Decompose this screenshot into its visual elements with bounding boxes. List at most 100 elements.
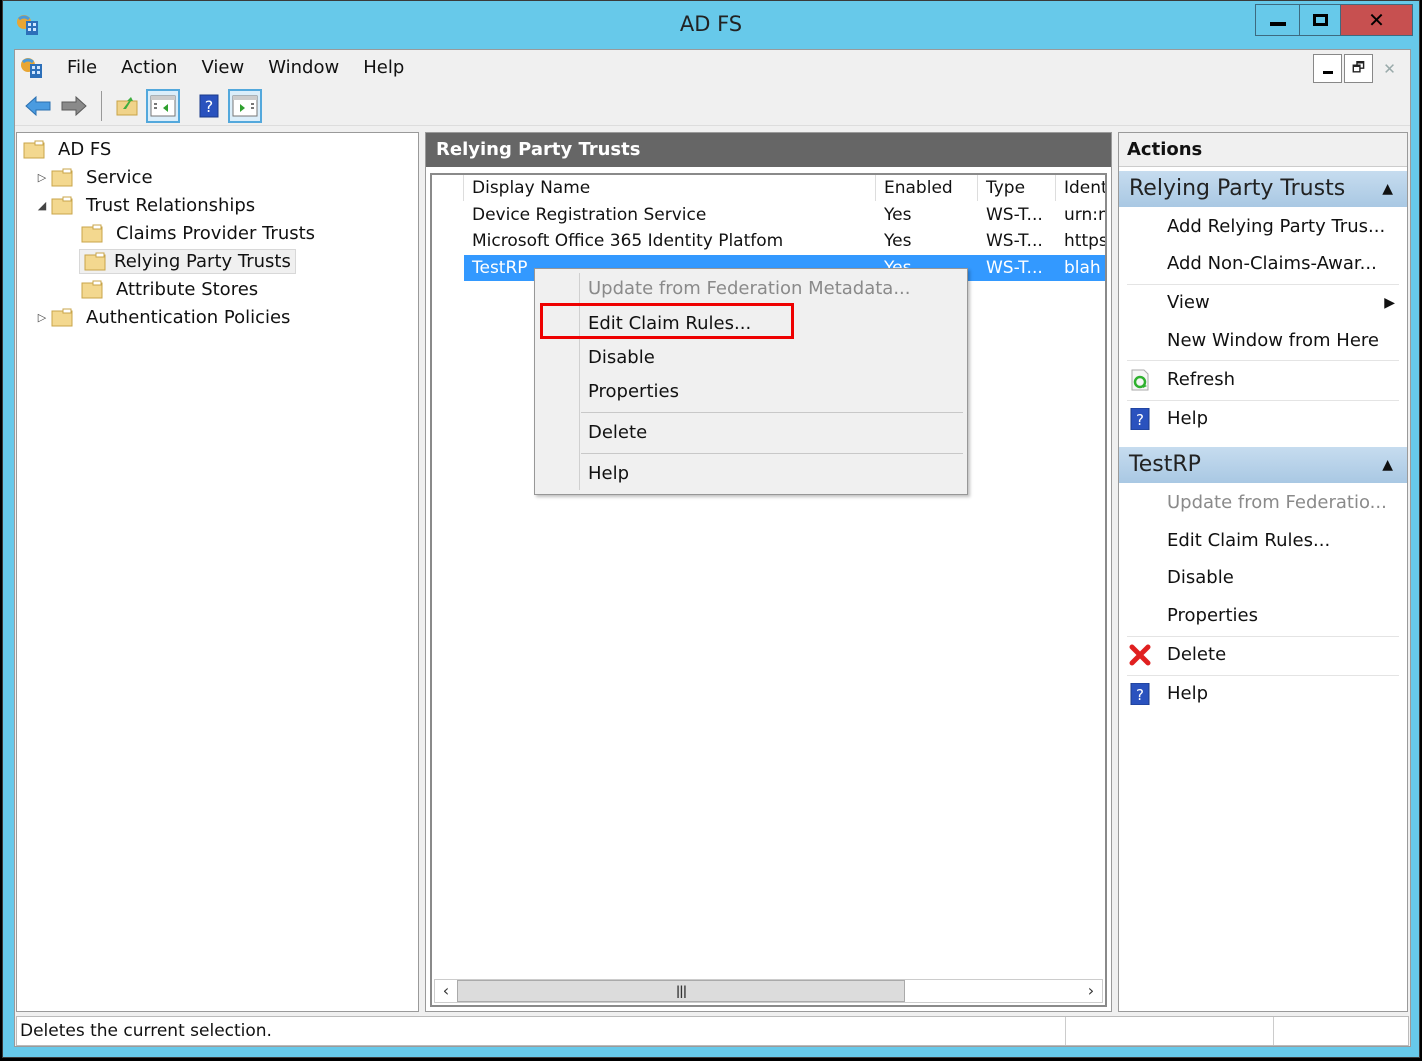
action-edit-claim-rules[interactable]: Edit Claim Rules... — [1119, 523, 1407, 559]
action-delete[interactable]: Delete — [1119, 637, 1407, 673]
action-add-non-claims-aware[interactable]: Add Non-Claims-Awar... — [1119, 246, 1407, 282]
tree-item-relying-party-trusts[interactable]: Relying Party Trusts — [79, 248, 296, 274]
action-label: Update from Federatio... — [1167, 492, 1387, 513]
action-label: Disable — [1167, 567, 1234, 588]
actions-section-relying-party-trusts[interactable]: Relying Party Trusts ▲ — [1119, 171, 1407, 207]
close-icon: ✕ — [1368, 8, 1385, 32]
table-row[interactable]: Microsoft Office 365 Identity Platfom Ye… — [464, 228, 1105, 254]
tree-item-service[interactable]: ▷ Service — [33, 164, 158, 190]
action-disable[interactable]: Disable — [1119, 560, 1407, 596]
actions-section-testrp[interactable]: TestRP ▲ — [1119, 447, 1407, 483]
action-help-testrp[interactable]: ? Help — [1119, 676, 1407, 712]
cell-enabled: Yes — [884, 231, 912, 251]
tree-item-ad-fs[interactable]: AD FS — [23, 136, 116, 162]
title-bar[interactable]: AD FS ✕ — [3, 1, 1419, 49]
tree-item-label: Attribute Stores — [116, 278, 259, 300]
table-row[interactable]: Device Registration Service Yes WS-T... … — [464, 202, 1105, 228]
expand-arrow-icon[interactable]: ▷ — [33, 311, 51, 324]
show-hide-console-tree-button[interactable] — [146, 88, 180, 123]
column-header-icon[interactable] — [432, 175, 464, 201]
action-help[interactable]: ? Help — [1119, 401, 1407, 437]
context-menu-item-properties[interactable]: Properties — [588, 377, 679, 407]
menu-file[interactable]: File — [55, 50, 109, 86]
horizontal-scrollbar[interactable]: ‹ ||| › — [434, 979, 1103, 1003]
column-header-enabled[interactable]: Enabled — [876, 175, 978, 201]
action-new-window-from-here[interactable]: New Window from Here — [1119, 323, 1407, 359]
scrollbar-thumb[interactable]: ||| — [457, 980, 905, 1002]
menu-view[interactable]: View — [190, 50, 257, 86]
action-add-relying-party-trust[interactable]: Add Relying Party Trus... — [1119, 209, 1407, 245]
column-header-type[interactable]: Type — [978, 175, 1056, 201]
action-label: Refresh — [1167, 369, 1235, 390]
status-text: Deletes the current selection. — [20, 1021, 272, 1041]
tree-item-attribute-stores[interactable]: Attribute Stores — [81, 276, 263, 302]
status-divider — [1273, 1017, 1274, 1045]
back-button[interactable] — [21, 89, 55, 123]
cell-type: WS-T... — [986, 205, 1043, 225]
action-refresh[interactable]: Refresh — [1119, 362, 1407, 398]
section-title: TestRP — [1129, 452, 1201, 477]
menu-window[interactable]: Window — [256, 50, 351, 86]
child-restore-button[interactable]: 🗗 — [1344, 54, 1373, 83]
maximize-icon — [1312, 14, 1328, 26]
collapse-arrow-icon[interactable]: ◢ — [33, 199, 51, 212]
restore-icon: 🗗 — [1351, 59, 1366, 76]
action-label: Properties — [1167, 605, 1258, 626]
context-menu-item-delete[interactable]: Delete — [588, 418, 647, 448]
folder-icon — [81, 224, 103, 243]
close-icon: ✕ — [1383, 59, 1396, 78]
actions-pane: Actions Relying Party Trusts ▲ Add Relyi… — [1118, 132, 1408, 1012]
tree-item-authentication-policies[interactable]: ▷ Authentication Policies — [33, 304, 295, 330]
tree-item-claims-provider-trusts[interactable]: Claims Provider Trusts — [81, 220, 320, 246]
tree-item-label: Claims Provider Trusts — [116, 222, 316, 244]
minimize-button[interactable] — [1255, 4, 1300, 36]
action-label: Add Relying Party Trus... — [1167, 216, 1386, 237]
delete-icon — [1129, 644, 1151, 666]
submenu-arrow-icon: ▶ — [1384, 295, 1395, 311]
action-label: Add Non-Claims-Awar... — [1167, 253, 1377, 274]
show-hide-action-pane-button[interactable] — [228, 88, 262, 123]
cell-identifier: https: — [1064, 231, 1107, 251]
collapse-caret-icon[interactable]: ▲ — [1382, 171, 1393, 207]
scroll-right-arrow-icon[interactable]: › — [1080, 980, 1102, 1002]
close-button[interactable]: ✕ — [1340, 4, 1413, 36]
tree-item-trust-relationships[interactable]: ◢ Trust Relationships — [33, 192, 260, 218]
menu-help[interactable]: Help — [351, 50, 416, 86]
cell-identifier: blah — [1064, 258, 1101, 278]
action-properties[interactable]: Properties — [1119, 598, 1407, 634]
tree-item-label: Relying Party Trusts — [114, 250, 291, 272]
action-label: Help — [1167, 683, 1209, 704]
menu-bar: File Action View Window Help 🗗 ✕ — [15, 50, 1410, 86]
context-menu-item-disable[interactable]: Disable — [588, 343, 655, 373]
scroll-left-arrow-icon[interactable]: ‹ — [435, 980, 457, 1002]
action-label: View — [1167, 292, 1210, 313]
context-menu-item-help[interactable]: Help — [588, 459, 629, 489]
column-header-identifier[interactable]: Identi — [1056, 175, 1105, 201]
collapse-caret-icon[interactable]: ▲ — [1382, 447, 1393, 483]
up-one-level-button[interactable] — [110, 89, 144, 123]
child-close-button[interactable]: ✕ — [1375, 54, 1404, 83]
help-icon: ? — [1130, 683, 1150, 705]
section-title: Relying Party Trusts — [1129, 176, 1346, 201]
action-update-from-federation[interactable]: Update from Federatio... — [1119, 485, 1407, 521]
column-header-display-name[interactable]: Display Name — [464, 175, 876, 201]
forward-button[interactable] — [57, 89, 91, 123]
menu-action[interactable]: Action — [109, 50, 189, 86]
folder-up-icon — [116, 96, 138, 115]
expand-arrow-icon[interactable]: ▷ — [33, 171, 51, 184]
maximize-button[interactable] — [1299, 4, 1341, 36]
toolbar: ? — [15, 86, 1410, 126]
folder-icon — [23, 140, 45, 159]
tree-item-label: Service — [86, 166, 153, 188]
annotation-highlight-box — [540, 303, 794, 339]
help-button[interactable]: ? — [192, 89, 226, 123]
console-icon[interactable] — [19, 56, 45, 80]
context-menu-item-update-from-federation-metadata[interactable]: Update from Federation Metadata... — [588, 274, 911, 304]
cell-type: WS-T... — [986, 258, 1043, 278]
action-view[interactable]: View ▶ — [1119, 285, 1407, 321]
child-minimize-button[interactable] — [1313, 54, 1342, 83]
cell-identifier: urn:m — [1064, 205, 1105, 225]
console-tree-icon — [150, 95, 176, 116]
cell-enabled: Yes — [884, 205, 912, 225]
tree-item-label: AD FS — [58, 138, 112, 160]
